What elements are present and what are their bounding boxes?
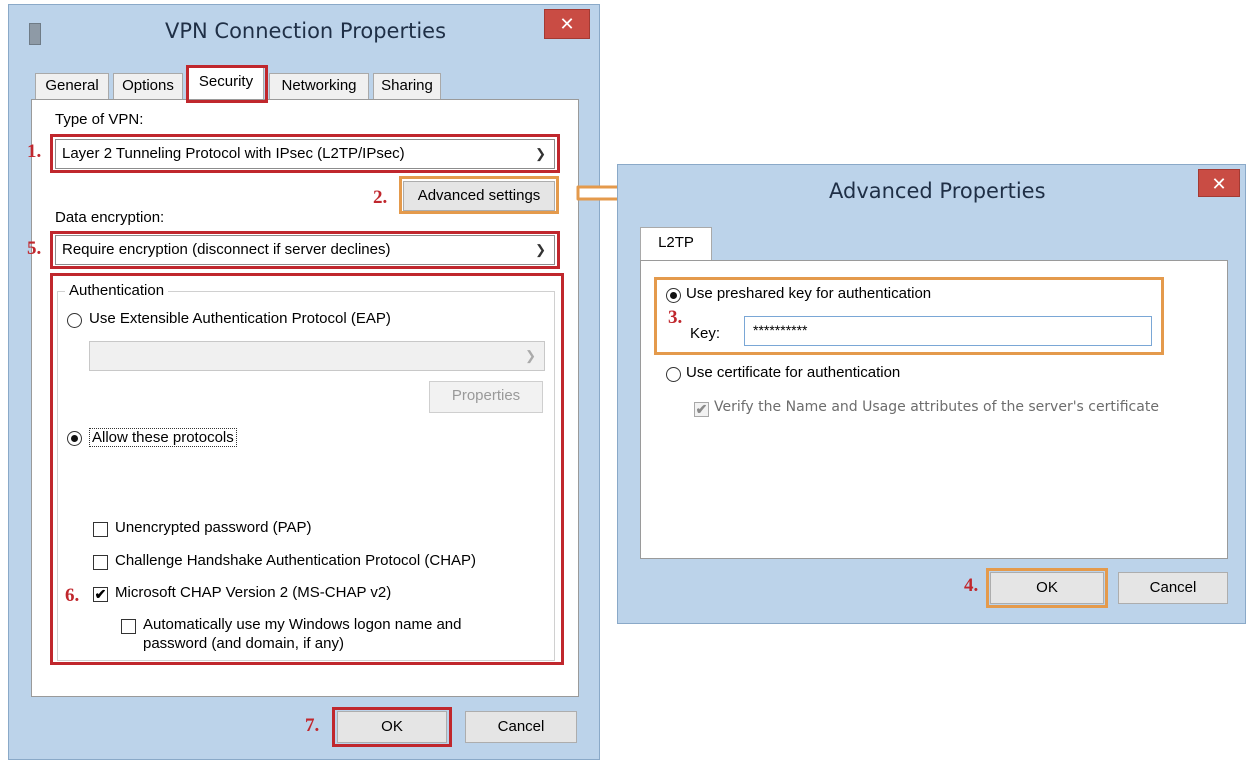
step-1-label: 1. xyxy=(27,141,42,162)
advanced-properties-window: Advanced Properties ✕ L2TP Use preshared… xyxy=(617,164,1246,624)
tab-options[interactable]: Options xyxy=(113,73,183,99)
highlight-preshared-key xyxy=(654,277,1164,355)
step-5-label: 5. xyxy=(27,238,42,259)
cancel-button[interactable]: Cancel xyxy=(465,711,577,743)
tab-sharing[interactable]: Sharing xyxy=(373,73,441,99)
highlight-authentication xyxy=(50,273,564,665)
step-2-label: 2. xyxy=(373,187,388,208)
close-button[interactable]: ✕ xyxy=(544,9,590,39)
highlight-advanced-settings xyxy=(399,176,559,214)
window-app-icon xyxy=(29,23,41,45)
window-title: VPN Connection Properties xyxy=(165,19,447,43)
verify-certificate-label[interactable]: Verify the Name and Usage attributes of … xyxy=(714,399,1159,415)
tab-general[interactable]: General xyxy=(35,73,109,99)
close-button[interactable]: ✕ xyxy=(1198,169,1240,197)
cancel-button[interactable]: Cancel xyxy=(1118,572,1228,604)
type-of-vpn-label: Type of VPN: xyxy=(55,111,144,128)
highlight-vpn-type xyxy=(50,134,560,173)
certificate-label[interactable]: Use certificate for authentication xyxy=(686,364,900,381)
tab-l2tp[interactable]: L2TP xyxy=(640,227,712,261)
tab-networking[interactable]: Networking xyxy=(269,73,369,99)
data-encryption-label: Data encryption: xyxy=(55,209,165,226)
vpn-properties-window: VPN Connection Properties ✕ General Opti… xyxy=(8,4,600,760)
certificate-radio[interactable] xyxy=(666,367,681,382)
step-6-label: 6. xyxy=(65,585,80,606)
highlight-security-tab xyxy=(186,65,268,103)
highlight-ok-button xyxy=(332,707,452,747)
window-title: Advanced Properties xyxy=(829,179,1046,203)
highlight-ok-button xyxy=(986,568,1108,608)
step-4-label: 4. xyxy=(964,575,979,596)
verify-certificate-checkbox[interactable]: ✔ xyxy=(694,402,709,417)
highlight-data-encryption xyxy=(50,231,560,269)
step-7-label: 7. xyxy=(305,715,320,736)
step-3-label: 3. xyxy=(668,307,683,328)
